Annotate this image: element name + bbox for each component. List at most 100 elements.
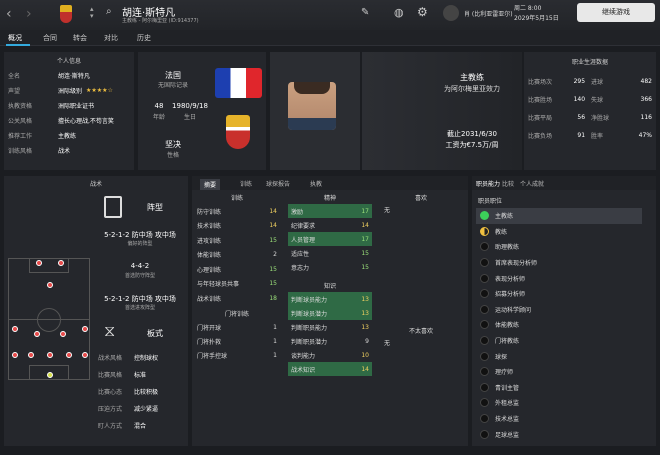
player-dot — [34, 331, 40, 337]
attribute-label: 人员管理 — [291, 236, 316, 244]
role-label: 首席表现分析师 — [495, 260, 538, 268]
attribute-row: 与年轻球员共事 15 — [194, 277, 280, 292]
tab-compare[interactable]: 比较 — [502, 179, 514, 188]
attribute-label: 门将扑救 — [197, 338, 222, 346]
attribute-row: 激励 17 — [288, 204, 372, 218]
gear-icon[interactable]: ⚙ — [417, 5, 428, 19]
attribute-label: 意志力 — [291, 264, 310, 272]
panel-title: 个人信息 — [56, 58, 81, 65]
role-item[interactable]: 运动科学顾问 — [476, 302, 642, 318]
gk-training-title: 门将训练 — [224, 311, 249, 318]
role-item[interactable]: 招募分析师 — [476, 286, 642, 302]
info-value: 洲际级别 — [58, 88, 83, 95]
attribute-value: 17 — [361, 235, 369, 243]
portrait-face — [288, 82, 336, 130]
role-item[interactable]: 首席表现分析师 — [476, 255, 642, 271]
attribute-label: 心理训练 — [197, 266, 222, 274]
league-logo — [443, 5, 459, 21]
role-rating-icon — [480, 429, 489, 439]
attribute-value: 13 — [361, 309, 369, 317]
style-label: 战术风格 — [98, 355, 123, 362]
attribute-value: 13 — [361, 323, 369, 331]
role-rating-icon — [480, 273, 489, 283]
style-value: 减少紧逼 — [134, 406, 159, 413]
tab-overview[interactable]: 概况 — [8, 33, 22, 43]
tab-coaching[interactable]: 执教 — [310, 179, 322, 188]
attribute-row: 判断职员潜力 9 — [288, 334, 372, 348]
style-label: 压迫方式 — [98, 406, 123, 413]
role-rating-icon — [480, 414, 489, 424]
role-label: 教练 — [495, 228, 508, 236]
role-item[interactable]: 体能教练 — [476, 317, 642, 333]
training-title: 训练 — [230, 195, 243, 202]
role-label: 外租总监 — [495, 400, 520, 408]
tab-scout-report[interactable]: 球探报告 — [266, 179, 290, 188]
attribute-row: 进攻训练 15 — [194, 233, 280, 248]
role-item[interactable]: 球探 — [476, 348, 642, 364]
attribute-label: 判断球员潜力 — [291, 310, 328, 318]
role-item[interactable]: 表现分析师 — [476, 270, 642, 286]
career-l2: 净胜球 — [591, 114, 610, 122]
portrait — [270, 52, 360, 170]
tab-compare[interactable]: 对比 — [104, 33, 118, 43]
role-item[interactable]: 理疗师 — [476, 364, 642, 380]
tab-staff-ability[interactable]: 职员能力 — [476, 179, 500, 188]
attribute-row: 战术知识 14 — [288, 362, 372, 376]
role-item[interactable]: 技术总监 — [476, 411, 642, 427]
panel-title: 职业生涯数据 — [571, 59, 608, 66]
attribute-row: 门将扑救 1 — [194, 334, 280, 348]
style-value: 比较积极 — [134, 389, 159, 396]
tab-achievements[interactable]: 个人成就 — [520, 179, 544, 188]
attribute-row: 门将开球 1 — [194, 320, 280, 334]
edit-icon[interactable]: ✎ — [361, 7, 369, 18]
attribute-row: 战术训练 18 — [194, 291, 280, 306]
attribute-label: 适应性 — [291, 250, 310, 258]
dislikes-value: 无 — [384, 340, 391, 347]
role-item[interactable]: 门将教练 — [476, 333, 642, 349]
tab-summary[interactable]: 摘要 — [200, 179, 221, 190]
role-item[interactable]: 足球总监 — [476, 426, 642, 442]
attribute-label: 战术训练 — [197, 295, 222, 303]
role-label: 门将教练 — [495, 338, 520, 346]
role-rating-icon — [480, 382, 489, 392]
back-icon[interactable]: ‹ — [6, 6, 12, 22]
world-icon[interactable]: ◍ — [394, 6, 404, 19]
attribute-value: 1 — [273, 337, 277, 345]
attribute-row: 人员管理 17 — [288, 232, 372, 246]
tab-contract[interactable]: 合同 — [43, 33, 57, 43]
roles-panel: 职员能力 比较 个人成就 职员职位 主教练 教练 助理教练 首席表现分析师 表现分析师招… — [472, 176, 656, 446]
chevron-updown-icon[interactable]: ▴ ▾ — [90, 6, 94, 20]
role-item[interactable]: 助理教练 — [476, 239, 642, 255]
role-item[interactable]: 外租总监 — [476, 395, 642, 411]
info-row: 训练风格 战术 — [8, 143, 130, 158]
role-item[interactable]: 主教练 — [476, 208, 642, 224]
style-label: 比赛风格 — [98, 372, 123, 379]
attribute-value: 9 — [365, 337, 369, 345]
role-label: 主教练 — [495, 213, 514, 221]
player-dot — [82, 352, 88, 358]
continue-button[interactable]: 继续游戏 — [577, 3, 655, 22]
role-label: 足球总监 — [495, 431, 520, 439]
attribute-value: 15 — [269, 236, 277, 244]
role-rating-icon — [480, 320, 489, 330]
career-v2: 482 — [640, 77, 652, 85]
attribute-label: 判断职员潜力 — [291, 338, 328, 346]
attribute-value: 15 — [269, 280, 277, 288]
info-value: 主教练 — [58, 133, 77, 140]
league-name[interactable]: 肖 (比利亚雷亚尔) — [464, 9, 513, 18]
forward-icon[interactable]: › — [26, 6, 32, 22]
role-rating-icon — [480, 304, 489, 314]
tab-training[interactable]: 训练 — [240, 179, 252, 188]
role-label: 助理教练 — [495, 244, 520, 252]
preferred-formation: 5-2-1-2 防中场 攻中场 — [104, 231, 176, 239]
tab-history[interactable]: 历史 — [137, 33, 151, 43]
search-icon[interactable]: ⌕ — [106, 6, 112, 17]
tab-transfer[interactable]: 转会 — [73, 33, 87, 43]
attribute-value: 15 — [361, 249, 369, 257]
player-dot — [12, 326, 18, 332]
career-row: 比赛胜场 140 失球 366 — [528, 90, 652, 108]
role-item[interactable]: 青训主管 — [476, 380, 642, 396]
attribute-label: 判断职员能力 — [291, 324, 328, 332]
role-item[interactable]: 教练 — [476, 224, 642, 240]
attributes-panel: 摘要 训练 球探报告 执教 训练 防守训练 14 技术训练 14 进攻训练 15 体能训练 2… — [192, 176, 468, 446]
